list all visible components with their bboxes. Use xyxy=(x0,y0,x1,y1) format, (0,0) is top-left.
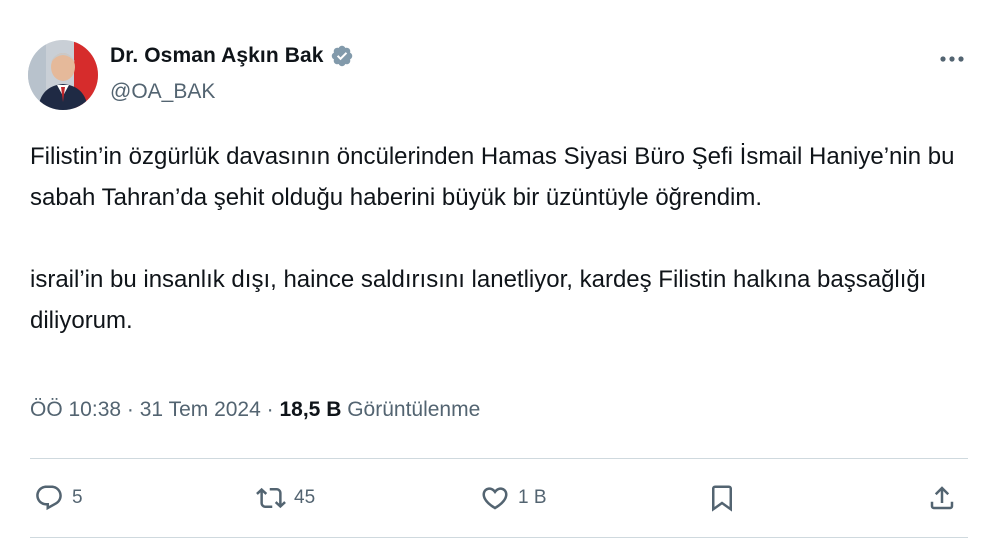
meta-separator: · xyxy=(126,398,134,421)
retweet-icon xyxy=(256,483,286,513)
share-icon xyxy=(927,483,957,513)
display-name[interactable]: Dr. Osman Aşkın Bak xyxy=(110,44,324,68)
views-count: 18,5 B xyxy=(279,398,342,421)
avatar[interactable] xyxy=(28,40,98,110)
action-bar: 5 45 1 B xyxy=(30,478,968,518)
more-options-icon[interactable] xyxy=(936,46,968,72)
handle[interactable]: @OA_BAK xyxy=(110,80,215,104)
heart-icon xyxy=(480,483,510,513)
divider xyxy=(30,537,968,538)
tweet-meta: ÖÖ 10:38 · 31 Tem 2024 · 18,5 B Görüntül… xyxy=(30,398,480,422)
bookmark-icon xyxy=(707,483,737,513)
meta-separator: · xyxy=(266,398,274,421)
verified-badge-icon xyxy=(330,44,354,68)
tweet-card: Dr. Osman Aşkın Bak @OA_BAK Filistin’in … xyxy=(0,0,1000,554)
reply-button[interactable]: 5 xyxy=(34,478,83,518)
views-label: Görüntülenme xyxy=(347,398,481,421)
like-button[interactable]: 1 B xyxy=(480,478,547,518)
tweet-paragraph: Filistin’in özgürlük davasının öncülerin… xyxy=(30,143,955,211)
retweet-button[interactable]: 45 xyxy=(256,478,315,518)
reply-count: 5 xyxy=(72,487,83,508)
divider xyxy=(30,458,968,459)
reply-icon xyxy=(34,483,64,513)
retweet-count: 45 xyxy=(294,487,316,508)
tweet-time[interactable]: ÖÖ 10:38 xyxy=(30,398,121,421)
share-button[interactable] xyxy=(927,478,957,518)
tweet-paragraph: israil’in bu insanlık dışı, haince saldı… xyxy=(30,266,927,334)
tweet-date[interactable]: 31 Tem 2024 xyxy=(140,398,261,421)
bookmark-button[interactable] xyxy=(707,478,737,518)
like-count: 1 B xyxy=(518,487,547,508)
tweet-text: Filistin’in özgürlük davasının öncülerin… xyxy=(30,136,975,341)
